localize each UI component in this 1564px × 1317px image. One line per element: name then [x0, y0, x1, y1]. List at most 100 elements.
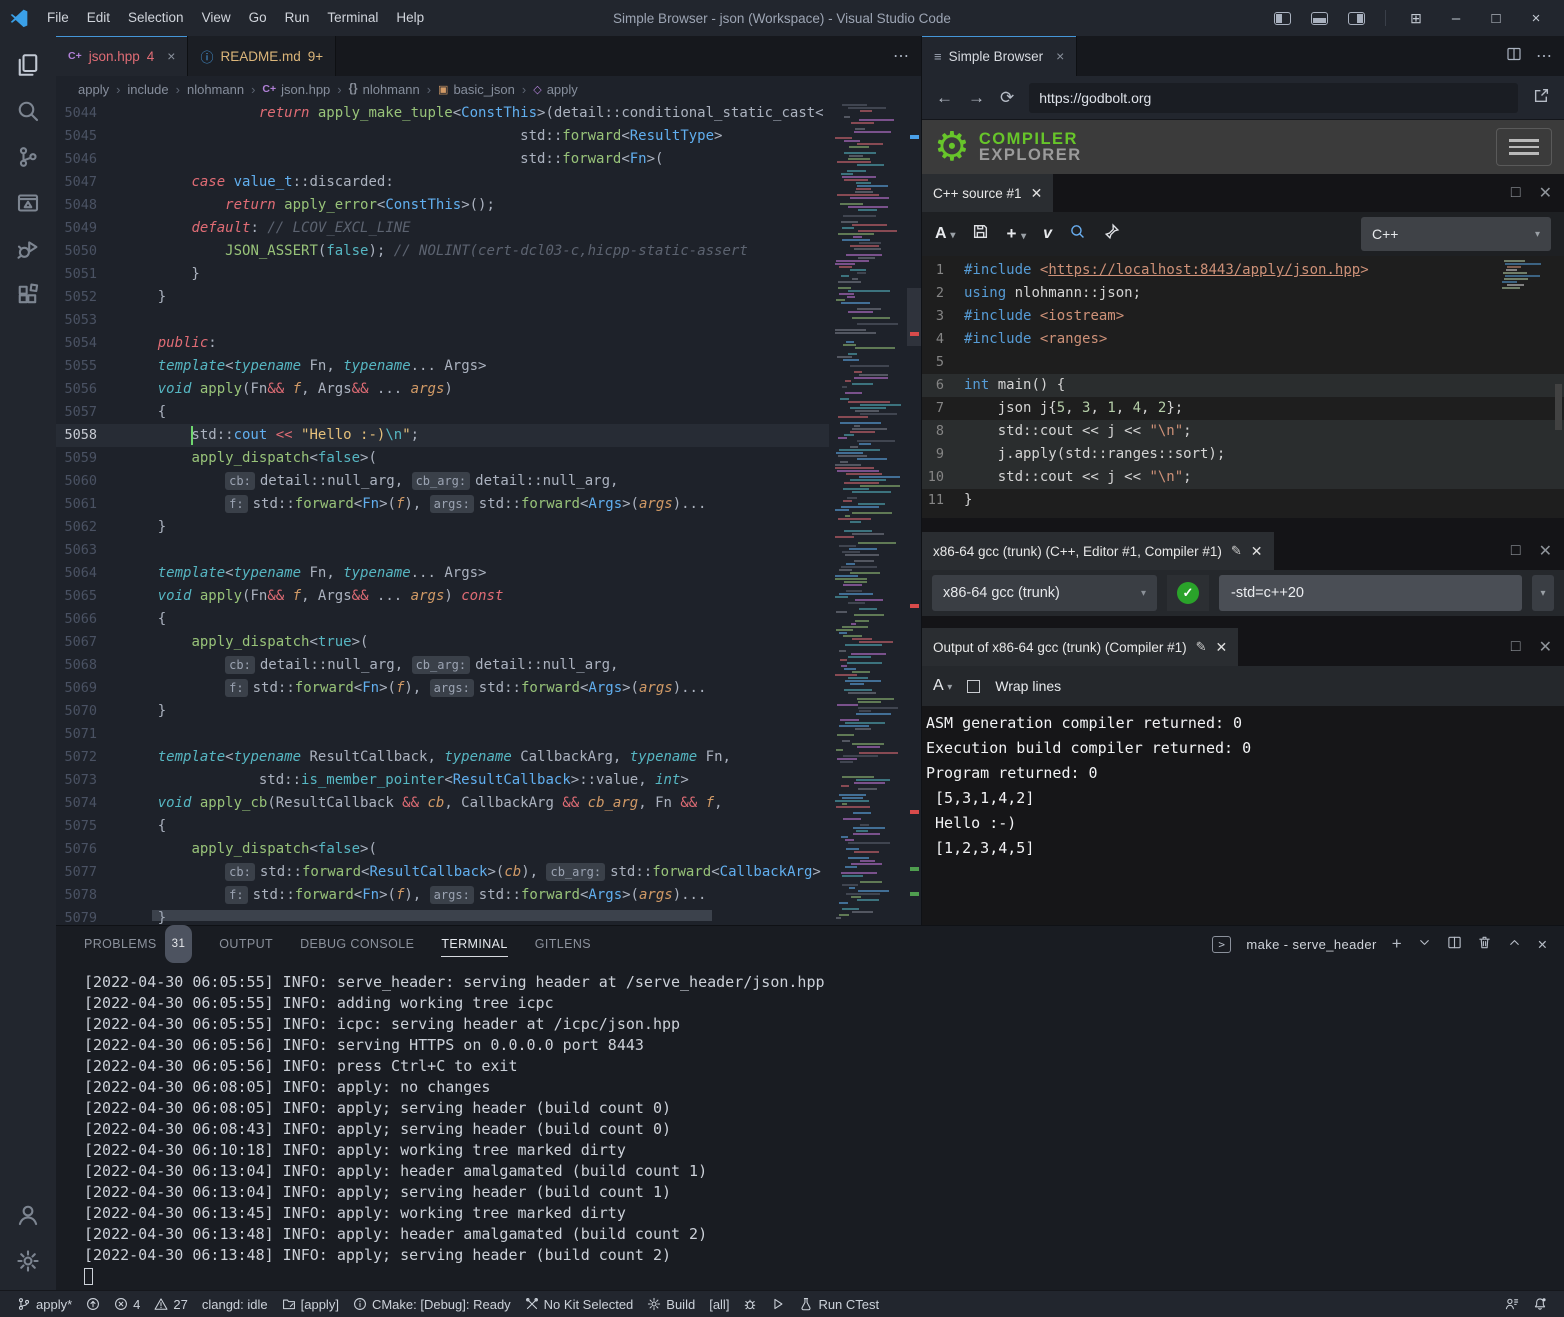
- terminal-dropdown-icon[interactable]: [1417, 935, 1432, 953]
- status-play[interactable]: [764, 1291, 792, 1317]
- explorer-icon[interactable]: [4, 42, 52, 88]
- status-error[interactable]: 4: [107, 1291, 147, 1317]
- ce-minimap[interactable]: [1502, 260, 1546, 356]
- extensions-icon[interactable]: [4, 272, 52, 318]
- minimize-button[interactable]: –: [1446, 10, 1466, 27]
- breadcrumb-item[interactable]: C+json.hpp: [262, 82, 330, 97]
- status-publish[interactable]: [79, 1291, 107, 1317]
- code-line[interactable]: 5049 default: // LCOV_EXCL_LINE: [56, 217, 829, 240]
- maximize-pane-icon[interactable]: □: [1511, 638, 1521, 656]
- menu-view[interactable]: View: [193, 0, 240, 36]
- save-icon[interactable]: [972, 223, 989, 245]
- menu-selection[interactable]: Selection: [119, 0, 193, 36]
- font-size-icon[interactable]: A ▾: [933, 677, 952, 695]
- status-bug[interactable]: [736, 1291, 764, 1317]
- code-line[interactable]: 5054 public:: [56, 332, 829, 355]
- breadcrumb-item[interactable]: include: [127, 82, 168, 97]
- menu-file[interactable]: File: [38, 0, 78, 36]
- panel-tab-output[interactable]: OUTPUT: [219, 926, 273, 962]
- menu-terminal[interactable]: Terminal: [318, 0, 387, 36]
- code-line[interactable]: 10 std::cout << j << "\n";: [922, 466, 1564, 489]
- wrap-lines-checkbox[interactable]: [967, 680, 980, 693]
- status-source-control-branch[interactable]: apply*: [10, 1291, 79, 1317]
- code-line[interactable]: 11}: [922, 489, 1564, 512]
- minimap[interactable]: [835, 102, 907, 925]
- code-line[interactable]: 5072 template<typename ResultCallback, t…: [56, 746, 829, 769]
- status-folder[interactable]: [apply]: [275, 1291, 346, 1317]
- status-info-circle[interactable]: CMake: [Debug]: Ready: [346, 1291, 518, 1317]
- toggle-secondary-sidebar-icon[interactable]: [1348, 12, 1365, 25]
- code-line[interactable]: 5070 }: [56, 700, 829, 723]
- code-line[interactable]: 5059 apply_dispatch<false>(: [56, 447, 829, 470]
- code-line[interactable]: 5076 apply_dispatch<false>(: [56, 838, 829, 861]
- tab-readme-md[interactable]: ⓘ README.md 9+: [188, 36, 336, 76]
- ce-compiler-tab[interactable]: x86-64 gcc (trunk) (C++, Editor #1, Comp…: [922, 532, 1274, 570]
- code-line[interactable]: 5050 JSON_ASSERT(false); // NOLINT(cert-…: [56, 240, 829, 263]
- code-line[interactable]: 2using nlohmann::json;: [922, 282, 1564, 305]
- code-line[interactable]: 5060 cb:detail::null_arg, cb_arg:detail:…: [56, 470, 829, 493]
- panel-tab-gitlens[interactable]: GITLENS: [535, 926, 591, 962]
- more-actions-icon[interactable]: ⋯: [893, 46, 909, 66]
- close-tab-icon[interactable]: ×: [1056, 48, 1064, 64]
- search-icon[interactable]: [4, 88, 52, 134]
- tab-json-hpp[interactable]: C+ json.hpp 4 ×: [56, 36, 188, 76]
- breadcrumb[interactable]: apply›include›nlohmann›C+json.hpp›{}nloh…: [56, 76, 921, 102]
- panel-tab-debug-console[interactable]: DEBUG CONSOLE: [300, 926, 414, 962]
- close-panel-icon[interactable]: ✕: [1537, 937, 1548, 952]
- code-line[interactable]: 5055 template<typename Fn, typename... A…: [56, 355, 829, 378]
- code-line[interactable]: 9 j.apply(std::ranges::sort);: [922, 443, 1564, 466]
- code-line[interactable]: 5062 }: [56, 516, 829, 539]
- settings-gear-icon[interactable]: [4, 1238, 52, 1284]
- horizontal-scrollbar[interactable]: [152, 910, 712, 921]
- code-line[interactable]: 5071: [56, 723, 829, 746]
- code-line[interactable]: 5065 void apply(Fn&& f, Args&& ... args)…: [56, 585, 829, 608]
- close-pane-icon[interactable]: ✕: [1539, 183, 1552, 203]
- code-line[interactable]: 4#include <ranges>: [922, 328, 1564, 351]
- tab-simple-browser[interactable]: ≡ Simple Browser ×: [922, 36, 1077, 76]
- menu-edit[interactable]: Edit: [78, 0, 119, 36]
- split-editor-icon[interactable]: [1506, 46, 1522, 67]
- code-line[interactable]: 6int main() {: [922, 374, 1564, 397]
- hamburger-menu-icon[interactable]: [1496, 128, 1552, 166]
- code-line[interactable]: 5045 std::forward<ResultType>: [56, 125, 829, 148]
- source-control-icon[interactable]: [4, 134, 52, 180]
- scrollbar-thumb[interactable]: [907, 288, 921, 346]
- close-pane-icon[interactable]: ✕: [1539, 541, 1552, 561]
- rename-icon[interactable]: ✎: [1231, 543, 1242, 559]
- run-debug-icon[interactable]: [4, 226, 52, 272]
- status-tools[interactable]: No Kit Selected: [518, 1291, 641, 1317]
- new-terminal-icon[interactable]: +: [1392, 934, 1402, 954]
- breadcrumb-item[interactable]: apply: [78, 82, 109, 97]
- code-editor[interactable]: 5044 return apply_make_tuple<ConstThis>(…: [56, 102, 921, 925]
- breadcrumb-item[interactable]: ◇apply: [533, 82, 578, 97]
- url-input[interactable]: https://godbolt.org: [1029, 83, 1518, 113]
- breadcrumb-item[interactable]: nlohmann: [187, 82, 244, 97]
- compiler-select[interactable]: x86-64 gcc (trunk) ▾: [932, 575, 1157, 611]
- accounts-icon[interactable]: [4, 1192, 52, 1238]
- maximize-pane-icon[interactable]: □: [1511, 542, 1521, 560]
- close-pane-icon[interactable]: ✕: [1539, 637, 1552, 657]
- rename-icon[interactable]: ✎: [1196, 639, 1207, 655]
- language-select[interactable]: C++ ▾: [1361, 217, 1551, 251]
- panel-tab-problems[interactable]: PROBLEMS31: [84, 926, 192, 962]
- code-line[interactable]: 5074 void apply_cb(ResultCallback && cb,…: [56, 792, 829, 815]
- options-dropdown-icon[interactable]: ▾: [1532, 575, 1554, 611]
- code-line[interactable]: 5052 }: [56, 286, 829, 309]
- close-icon[interactable]: ✕: [1216, 639, 1228, 656]
- code-line[interactable]: 5066 {: [56, 608, 829, 631]
- code-line[interactable]: 5061 f:std::forward<Fn>(f), args:std::fo…: [56, 493, 829, 516]
- maximize-button[interactable]: □: [1486, 10, 1506, 27]
- code-line[interactable]: 5053: [56, 309, 829, 332]
- overview-ruler[interactable]: [907, 102, 921, 925]
- status-feedback[interactable]: [1498, 1291, 1526, 1317]
- status--all-[interactable]: [all]: [702, 1291, 736, 1317]
- close-tab-icon[interactable]: ×: [167, 48, 175, 64]
- code-line[interactable]: 5063: [56, 539, 829, 562]
- status-gear[interactable]: Build: [640, 1291, 702, 1317]
- close-button[interactable]: ×: [1526, 10, 1546, 27]
- code-line[interactable]: 5078 f:std::forward<Fn>(f), args:std::fo…: [56, 884, 829, 907]
- code-line[interactable]: 3#include <iostream>: [922, 305, 1564, 328]
- menu-help[interactable]: Help: [387, 0, 433, 36]
- open-external-icon[interactable]: [1533, 87, 1550, 109]
- ce-scrollbar-thumb[interactable]: [1555, 384, 1562, 430]
